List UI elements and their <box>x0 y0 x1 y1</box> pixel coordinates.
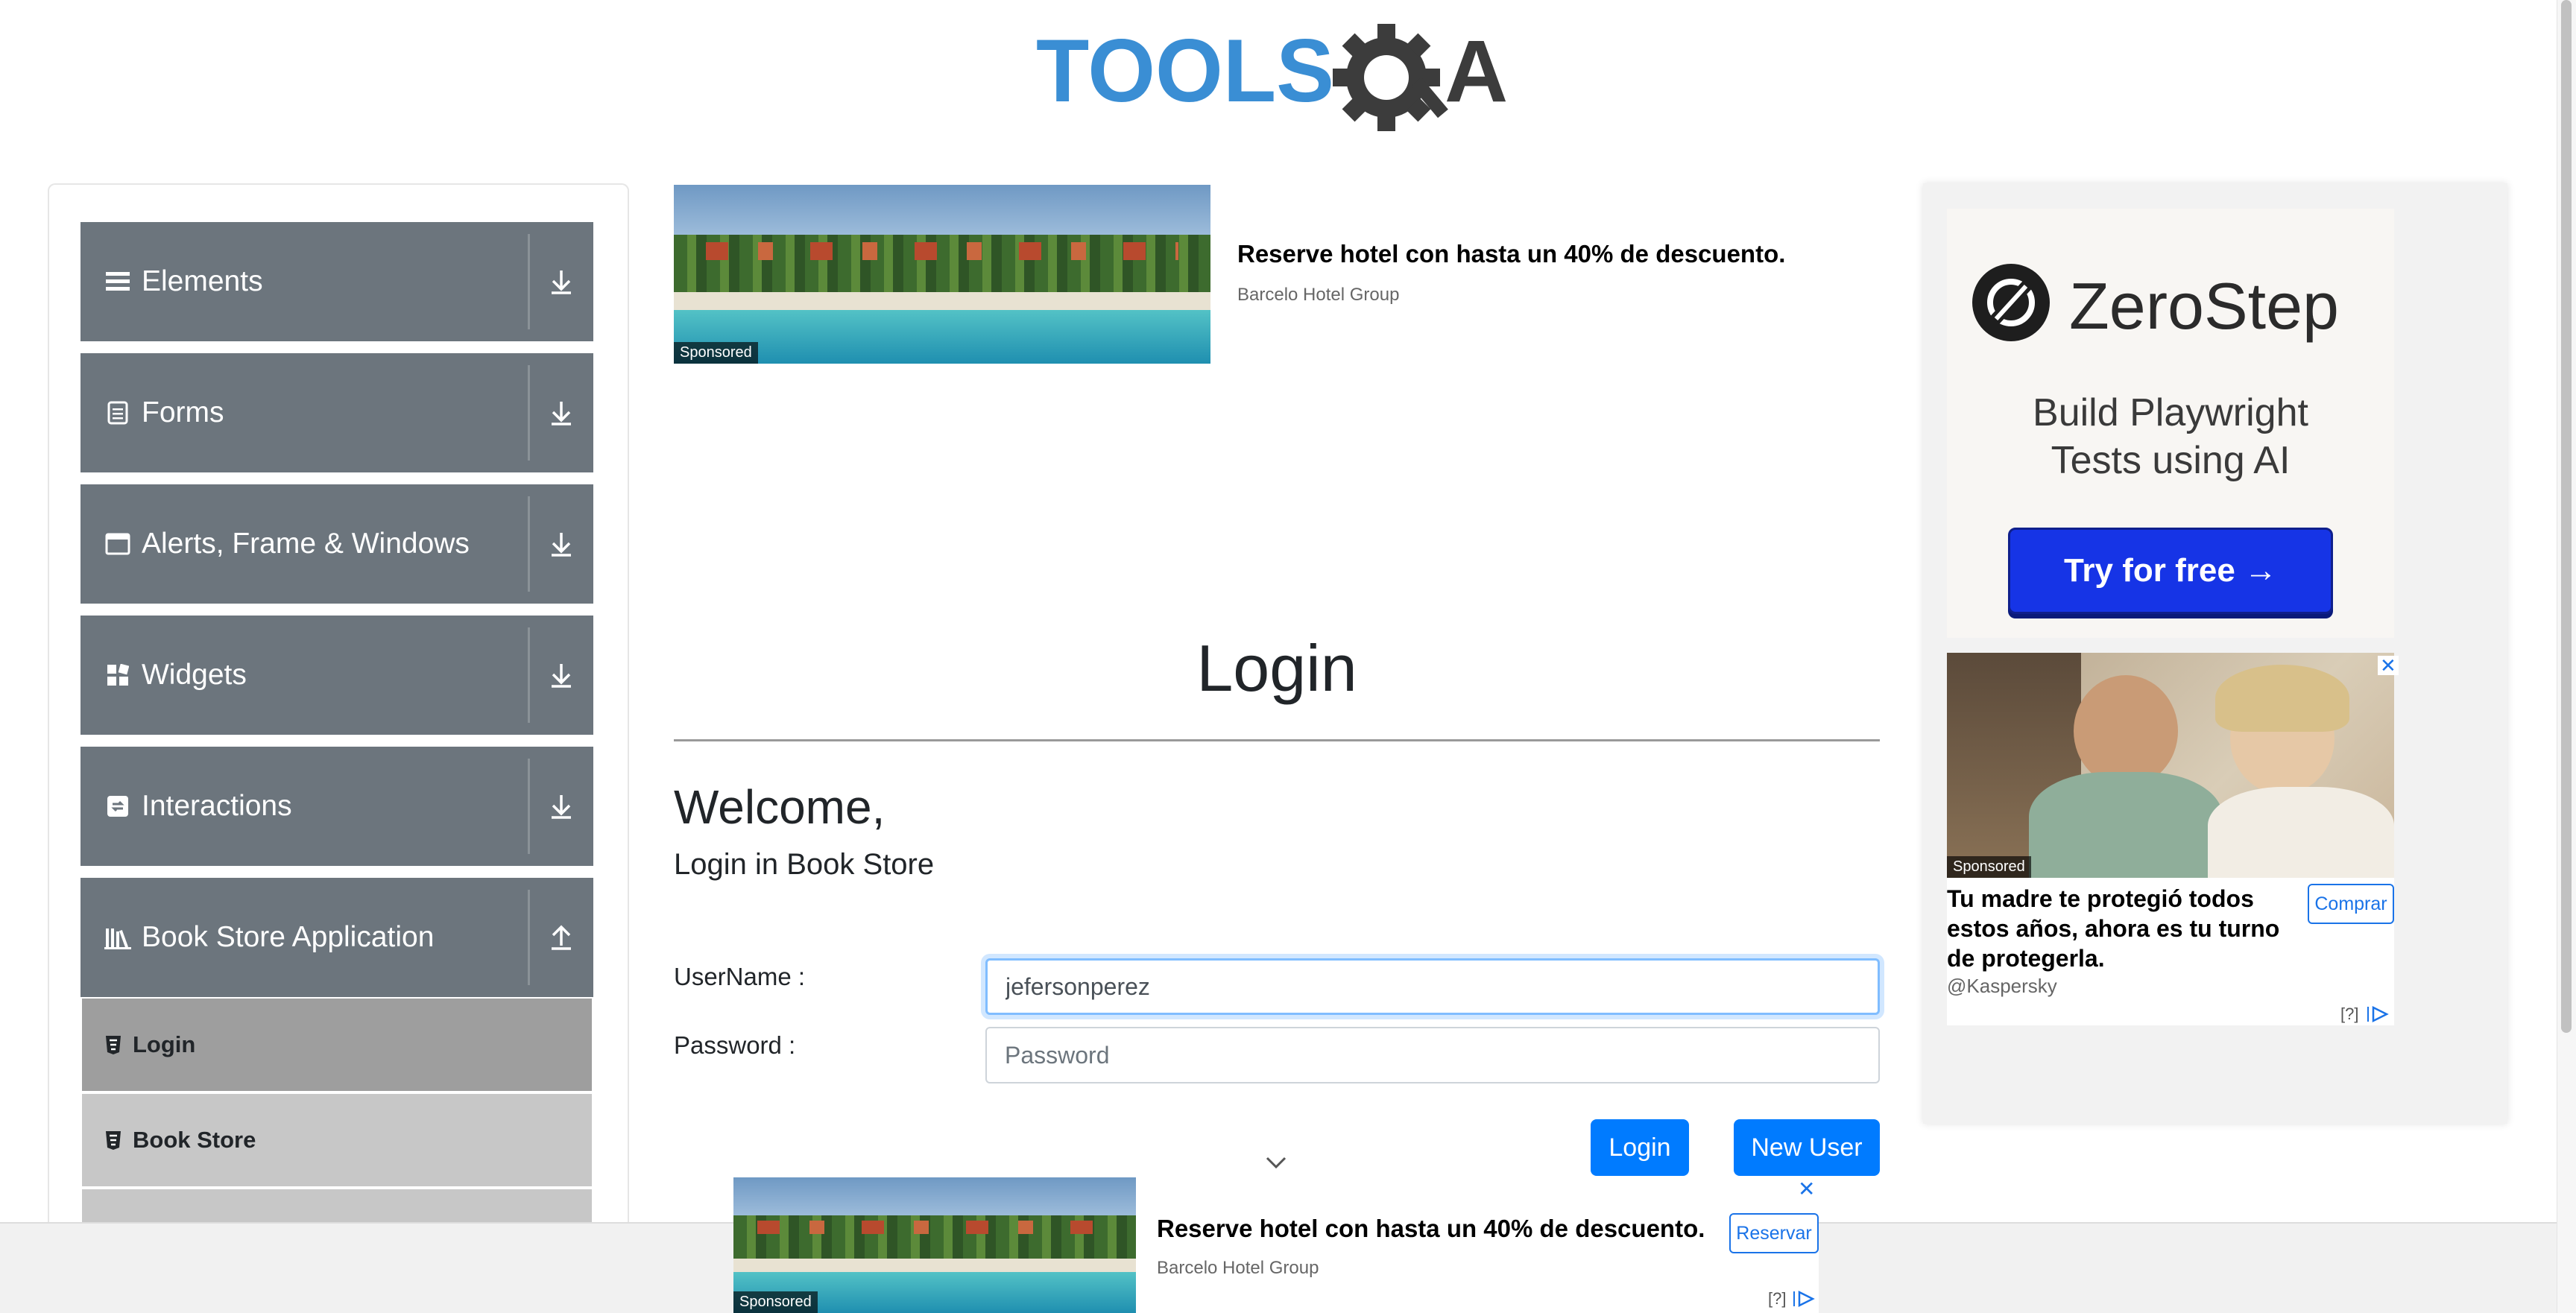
upload-arrow-icon[interactable] <box>543 919 580 956</box>
hotel-beach-image[interactable]: Sponsored <box>674 185 1210 364</box>
sidebar-item-login[interactable]: Login <box>82 999 592 1091</box>
sidebar-group-label: Book Store Application <box>142 921 435 953</box>
man-face-shape <box>2074 675 2178 787</box>
family-photo-image[interactable]: Sponsored <box>1947 653 2394 878</box>
download-arrow-icon[interactable] <box>543 525 580 563</box>
divider <box>528 234 530 329</box>
tagline-line-2: Tests using AI <box>2051 439 2291 482</box>
close-icon[interactable]: ✕ <box>1798 1179 1815 1200</box>
username-input[interactable] <box>985 958 1880 1015</box>
gear-magnifier-icon <box>1333 24 1448 131</box>
divider <box>528 496 530 592</box>
close-icon[interactable]: ✕ <box>2378 656 2399 675</box>
reservar-button[interactable]: Reservar <box>1729 1213 1819 1253</box>
login-button[interactable]: Login <box>1591 1119 1689 1176</box>
divider <box>528 759 530 854</box>
adchoice-help[interactable]: [?] <box>2340 1004 2358 1024</box>
sponsored-tag: Sponsored <box>733 1291 818 1313</box>
try-for-free-button[interactable]: Try for free → <box>2008 528 2333 614</box>
left-sidebar: Elements Forms Alerts, Frame & Windows W… <box>48 183 629 1282</box>
divider <box>528 627 530 723</box>
sidebar-group-interactions[interactable]: Interactions <box>80 747 593 866</box>
sidebar-item-book-store[interactable]: Book Store <box>82 1094 592 1186</box>
kaspersky-source: @Kaspersky <box>1947 975 2057 997</box>
zerostep-tagline: Build Playwright Tests using AI <box>1947 389 2394 484</box>
password-label: Password : <box>674 1031 796 1059</box>
zerostep-logo-icon <box>1972 264 2050 341</box>
username-label: UserName : <box>674 963 806 990</box>
sidebar-group-forms[interactable]: Forms <box>80 353 593 472</box>
scrollbar-thumb[interactable] <box>2561 0 2572 1033</box>
logo-text-a: A <box>1445 22 1508 121</box>
ad-source: Barcelo Hotel Group <box>1237 285 1400 305</box>
sidebar-group-alerts[interactable]: Alerts, Frame & Windows <box>80 484 593 604</box>
sponsored-tag: Sponsored <box>1947 856 2031 878</box>
hamburger-icon <box>103 267 133 297</box>
divider <box>528 890 530 985</box>
sidebar-group-widgets[interactable]: Widgets <box>80 616 593 735</box>
tagline-line-1: Build Playwright <box>2033 391 2308 434</box>
html-shield-icon <box>106 1131 121 1150</box>
welcome-heading: Welcome, <box>674 780 886 834</box>
hotel-beach-image[interactable]: Sponsored <box>733 1177 1136 1313</box>
sidebar-group-label: Alerts, Frame & Windows <box>142 528 470 560</box>
window-icon <box>103 529 133 559</box>
ad-headline[interactable]: Reserve hotel con hasta un 40% de descue… <box>1157 1215 1705 1243</box>
sidebar-group-label: Forms <box>142 396 224 428</box>
books-icon <box>103 923 133 952</box>
sidebar-group-label: Elements <box>142 265 263 297</box>
interactions-icon <box>103 791 133 821</box>
download-arrow-icon[interactable] <box>543 656 580 694</box>
sidebar-group-label: Interactions <box>142 790 292 822</box>
sidebar-item-label: Login <box>133 1031 196 1057</box>
page-title: Login <box>1196 631 1357 705</box>
bottom-sponsored-ad[interactable]: Sponsored Reserve hotel con hasta un 40%… <box>733 1177 1819 1313</box>
sidebar-group-label: Widgets <box>142 659 247 691</box>
download-arrow-icon[interactable] <box>543 394 580 431</box>
ad-source: Barcelo Hotel Group <box>1157 1258 1319 1278</box>
document-icon <box>103 398 133 428</box>
logo-text-tools: TOOLS <box>1036 21 1334 121</box>
ad-headline[interactable]: Reserve hotel con hasta un 40% de descue… <box>1237 240 1785 268</box>
top-sponsored-ad[interactable]: Sponsored Reserve hotel con hasta un 40%… <box>674 185 1881 364</box>
divider <box>528 365 530 461</box>
adchoices-icon[interactable] <box>1792 1289 1817 1309</box>
sidebar-item-label: Book Store <box>133 1127 256 1153</box>
login-subtitle: Login in Book Store <box>674 848 935 881</box>
adchoices-icon[interactable] <box>2366 1004 2391 1024</box>
sidebar-group-elements[interactable]: Elements <box>80 222 593 341</box>
html-shield-icon <box>106 1036 121 1054</box>
divider <box>674 739 1880 741</box>
chevron-down-icon[interactable] <box>1264 1154 1288 1171</box>
adchoice-help[interactable]: [?] <box>1768 1289 1786 1309</box>
woman-hair-shape <box>2215 665 2349 732</box>
new-user-button[interactable]: New User <box>1734 1119 1880 1176</box>
widgets-icon <box>103 660 133 690</box>
sponsored-tag: Sponsored <box>674 342 758 364</box>
password-input[interactable] <box>985 1027 1880 1083</box>
man-shirt-shape <box>2029 772 2223 878</box>
sidebar-group-book-store-application[interactable]: Book Store Application <box>80 878 593 997</box>
zerostep-brand: ZeroStep <box>2069 269 2339 343</box>
comprar-button[interactable]: Comprar <box>2308 884 2394 924</box>
download-arrow-icon[interactable] <box>543 263 580 300</box>
download-arrow-icon[interactable] <box>543 788 580 825</box>
toolsqa-logo[interactable]: TOOLS A <box>1036 19 1521 139</box>
woman-shirt-shape <box>2208 787 2394 878</box>
kaspersky-headline[interactable]: Tu madre te protegió todos estos años, a… <box>1947 884 2290 973</box>
